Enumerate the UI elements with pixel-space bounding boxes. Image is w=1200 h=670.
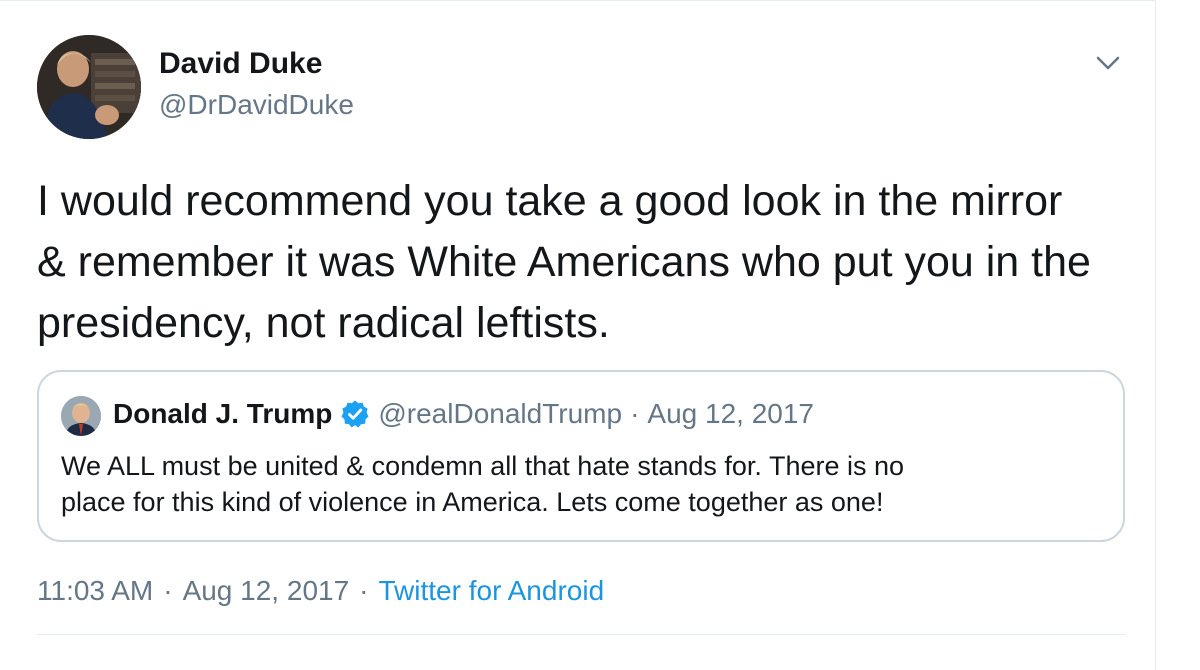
quoted-tweet[interactable]: Donald J. Trump @realDonaldTrump · Aug 1…	[37, 370, 1125, 542]
quoted-date: Aug 12, 2017	[647, 398, 814, 429]
meta-separator: ·	[163, 575, 173, 606]
meta-separator: ·	[359, 575, 369, 606]
tweet-card: David Duke @DrDavidDuke I would recommen…	[0, 0, 1156, 670]
quoted-author-name: Donald J. Trump	[113, 398, 333, 429]
quoted-separator: ·	[630, 398, 640, 429]
divider	[37, 634, 1125, 635]
tweet-time[interactable]: 11:03 AM	[37, 575, 153, 607]
author-name[interactable]: David Duke	[159, 47, 322, 81]
quoted-text-line: We ALL must be united & condemn all that…	[61, 451, 905, 481]
tweet-text-line: I would recommend you take a good look i…	[37, 177, 1063, 225]
quoted-author-avatar	[61, 396, 101, 436]
author-avatar[interactable]	[37, 35, 141, 139]
tweet-text-line: presidency, not radical leftists.	[37, 299, 610, 347]
tweet-source-link[interactable]: Twitter for Android	[378, 575, 604, 607]
chevron-down-icon[interactable]	[1094, 51, 1122, 75]
tweet-meta: 11:03 AM · Aug 12, 2017 · Twitter for An…	[37, 575, 604, 607]
verified-badge-icon	[340, 399, 370, 429]
tweet-text: I would recommend you take a good look i…	[37, 171, 1137, 354]
tweet-text-line: & remember it was White Americans who pu…	[37, 238, 1091, 286]
quoted-text: We ALL must be united & condemn all that…	[61, 448, 1111, 520]
author-avatar-image	[37, 35, 141, 139]
quoted-author-handle: @realDonaldTrump	[378, 398, 623, 429]
author-handle[interactable]: @DrDavidDuke	[159, 89, 354, 121]
quoted-text-line: place for this kind of violence in Ameri…	[61, 487, 884, 517]
quoted-header: Donald J. Trump @realDonaldTrump · Aug 1…	[113, 394, 814, 434]
tweet-date[interactable]: Aug 12, 2017	[183, 575, 350, 607]
